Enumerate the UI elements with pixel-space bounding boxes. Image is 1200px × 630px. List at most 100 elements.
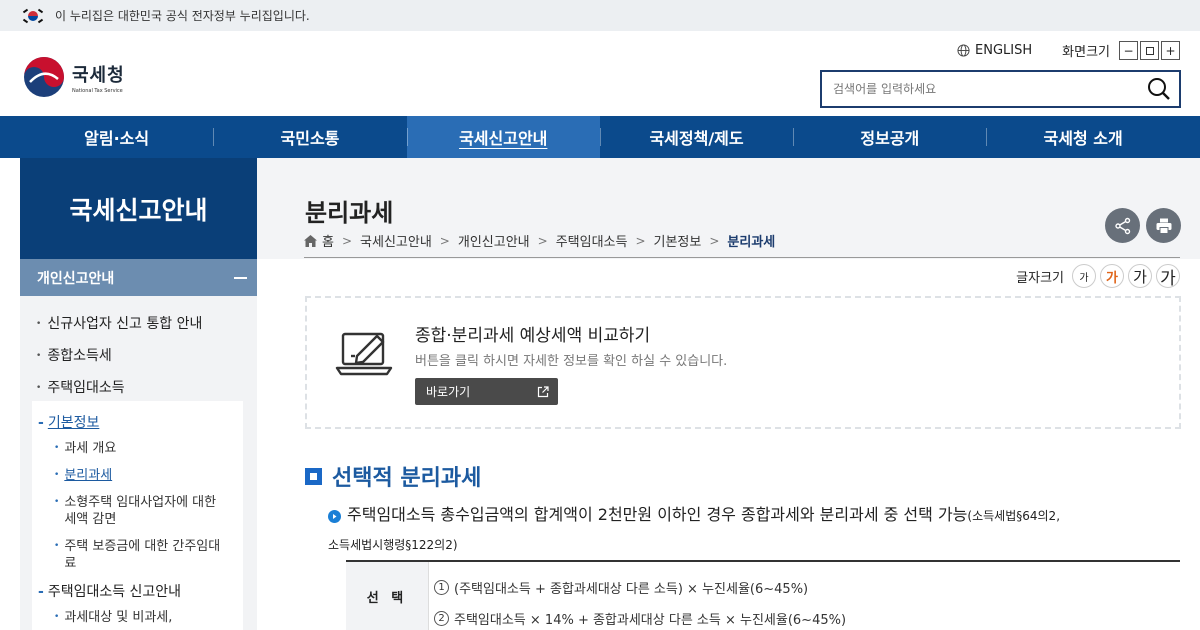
header-utility: ENGLISH 화면크기 − + <box>957 41 1180 60</box>
gov-banner: 이 누리집은 대한민국 공식 전자정부 누리집입니다. <box>0 0 1200 31</box>
share-icon <box>1114 217 1130 234</box>
sidebar-item-overview[interactable]: • 과세 개요 <box>54 440 234 457</box>
korea-flag-icon <box>22 8 44 24</box>
sidebar-item-label: 기본정보 <box>47 415 100 431</box>
sidebar-item-new-business[interactable]: 신규사업자 신고 통합 안내 <box>36 313 202 333</box>
zoom-reset-button[interactable] <box>1140 41 1159 60</box>
sidebar-item-taxable[interactable]: • 과세대상 및 비과세, <box>54 609 234 626</box>
logo-name: 국세청 <box>72 64 125 86</box>
share-button[interactable] <box>1105 208 1140 243</box>
zoom-in-button[interactable]: + <box>1161 41 1180 60</box>
section-title: 선택적 분리과세 <box>332 466 482 491</box>
laptop-edit-icon <box>335 332 393 376</box>
font-size-xlarge-button[interactable]: 가 <box>1156 264 1180 289</box>
nav-communication[interactable]: 국민소통 <box>213 116 406 158</box>
table-row: 선 택 1 (주택임대소득 + 종합과세대상 다른 소득) × 누진세율(6~4… <box>346 562 1180 630</box>
breadcrumb-item[interactable]: 개인신고안내 <box>458 231 530 250</box>
chevron-right-icon: > <box>341 233 353 248</box>
sidebar-item-label: 과세 개요 <box>64 441 117 456</box>
search-button[interactable] <box>1139 72 1179 106</box>
sidebar-item-label: 주택 보증금에 대한 간주임대료 <box>64 539 221 571</box>
table-header-cell: 선 택 <box>346 562 428 630</box>
sidebar-item-label: 분리과세 <box>64 468 113 483</box>
breadcrumb: 홈 > 국세신고안내 > 개인신고안내 > 주택임대소득 > 기본정보 > 분리… <box>304 231 775 250</box>
nav-disclosure[interactable]: 정보공개 <box>793 116 986 158</box>
font-size-large-button[interactable]: 가 <box>1128 264 1152 288</box>
banner-title: 종합·분리과세 예상세액 비교하기 <box>415 326 651 346</box>
sidebar-item-income-tax[interactable]: 종합소득세 <box>36 345 111 365</box>
option-text: 주택임대소득 × 14% + 종합과세대상 다른 소득 × 누진세율(6~45%… <box>454 613 847 628</box>
sidebar-group-label: 개인신고안내 <box>37 270 115 287</box>
breadcrumb-home[interactable]: 홈 <box>322 231 334 250</box>
nav-label: 국세신고안내 <box>459 129 548 148</box>
nts-logo[interactable]: 국세청 National Tax Service <box>22 55 125 99</box>
table-option-2: 2 주택임대소득 × 14% + 종합과세대상 다른 소득 × 누진세율(6~4… <box>434 609 846 628</box>
bullet-reference: (소득세법§64의2, <box>967 509 1061 523</box>
nav-label: 정보공개 <box>860 129 920 148</box>
chevron-right-icon: > <box>537 233 548 248</box>
sidebar-item-label: 소형주택 임대사업자에 대한 세액 감면 <box>64 495 217 527</box>
sidebar-item-label: 주택임대소득 신고안내 <box>47 584 182 600</box>
sidebar-item-separate-tax[interactable]: • 분리과세 <box>54 467 234 484</box>
nav-policy[interactable]: 국세정책/제도 <box>599 116 793 158</box>
chevron-right-icon: > <box>635 233 646 248</box>
sidebar-group-personal[interactable]: 개인신고안내 <box>20 259 257 296</box>
zoom-out-button[interactable]: − <box>1119 41 1138 60</box>
font-size-default-button[interactable]: 가 <box>1100 264 1124 288</box>
bullet-text: 주택임대소득 총수입금액의 합계액이 2천만원 이하인 경우 종합과세와 분리과… <box>347 505 968 524</box>
nav-label: 국세청 소개 <box>1043 129 1123 148</box>
font-size-label: 글자크기 <box>1016 270 1064 286</box>
section-bullet: 주택임대소득 총수입금액의 합계액이 2천만원 이하인 경우 종합과세와 분리과… <box>328 501 1188 559</box>
sidebar-item-basic-info[interactable]: - 기본정보 <box>38 412 99 432</box>
zoom-label: 화면크기 <box>1062 45 1110 60</box>
collapse-icon <box>234 276 247 279</box>
breadcrumb-item[interactable]: 주택임대소득 <box>556 231 628 250</box>
nts-logo-icon <box>24 57 64 97</box>
nav-label: 알림·소식 <box>84 129 150 148</box>
go-button[interactable]: 바로가기 <box>415 378 558 405</box>
gov-banner-text: 이 누리집은 대한민국 공식 전자정부 누리집입니다. <box>55 9 310 23</box>
english-label: ENGLISH <box>975 43 1033 58</box>
external-link-icon <box>537 385 549 397</box>
logo-name-en: National Tax Service <box>72 87 123 94</box>
print-icon <box>1156 218 1171 234</box>
sidebar-item-deposit[interactable]: • 주택 보증금에 대한 간주임대료 <box>54 538 234 572</box>
font-size-small-button[interactable]: 가 <box>1072 264 1096 288</box>
sidebar-item-small-housing[interactable]: • 소형주택 임대사업자에 대한 세액 감면 <box>54 494 234 528</box>
table-option-1: 1 (주택임대소득 + 종합과세대상 다른 소득) × 누진세율(6~45%) <box>434 578 808 597</box>
breadcrumb-current: 분리과세 <box>727 235 776 250</box>
nav-news[interactable]: 알림·소식 <box>20 116 213 158</box>
go-button-label: 바로가기 <box>426 385 471 399</box>
option-text: (주택임대소득 + 종합과세대상 다른 소득) × 누진세율(6~45%) <box>454 582 809 597</box>
search-icon <box>1148 78 1170 100</box>
option-number: 2 <box>434 611 449 626</box>
chevron-right-icon: > <box>709 233 720 248</box>
breadcrumb-item[interactable]: 기본정보 <box>654 231 702 250</box>
breadcrumb-item[interactable]: 국세신고안내 <box>360 231 432 250</box>
sidebar-title: 국세신고안내 <box>20 158 257 259</box>
bullet-reference-cont: 소득세법시행령§122의2) <box>328 538 458 552</box>
arrow-circle-icon <box>328 510 341 523</box>
section-heading: 선택적 분리과세 <box>305 460 481 492</box>
search-box <box>820 70 1181 108</box>
english-link[interactable]: ENGLISH <box>957 43 1032 58</box>
sidebar-item-rental-report[interactable]: - 주택임대소득 신고안내 <box>38 581 181 601</box>
nav-tax-filing[interactable]: 국세신고안내 <box>406 116 600 158</box>
nav-label: 국민소통 <box>280 129 340 148</box>
square-bullet-icon <box>305 467 322 485</box>
option-number: 1 <box>434 580 449 595</box>
font-size-control: 글자크기 가 가 가 가 <box>1016 264 1180 289</box>
home-icon <box>304 234 317 247</box>
table-divider <box>428 562 429 630</box>
title-divider <box>304 257 1180 258</box>
search-input[interactable] <box>822 72 1139 106</box>
square-icon <box>1145 46 1154 55</box>
main-nav: 알림·소식 국민소통 국세신고안내 국세정책/제도 정보공개 국세청 소개 <box>0 116 1200 158</box>
banner-description: 버튼을 클릭 하시면 자세한 정보를 확인 하실 수 있습니다. <box>415 354 728 369</box>
nav-about[interactable]: 국세청 소개 <box>986 116 1179 158</box>
sidebar-item-rental-income[interactable]: 주택임대소득 <box>36 377 124 397</box>
nav-label: 국세정책/제도 <box>649 129 744 148</box>
print-button[interactable] <box>1146 208 1181 243</box>
page-title: 분리과세 <box>305 199 394 227</box>
tax-compare-banner: 종합·분리과세 예상세액 비교하기 버튼을 클릭 하시면 자세한 정보를 확인 … <box>305 296 1181 429</box>
